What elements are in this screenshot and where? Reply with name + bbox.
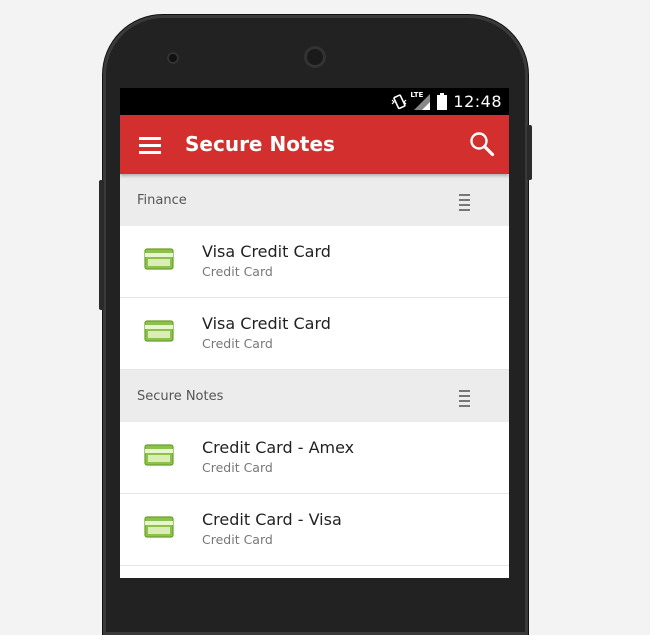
search-icon[interactable] <box>469 131 495 161</box>
credit-card-icon <box>144 444 174 470</box>
power-button <box>527 125 532 180</box>
hamburger-menu-icon[interactable] <box>139 137 161 154</box>
section-title: Secure Notes <box>137 389 224 404</box>
credit-card-icon <box>144 320 174 346</box>
item-title: Visa Credit Card <box>202 314 331 333</box>
section-header-secure-notes: Secure Notes <box>120 370 509 422</box>
section-menu-icon[interactable] <box>459 390 471 410</box>
vibrate-icon <box>391 93 407 110</box>
item-title: Credit Card - Amex <box>202 438 355 457</box>
network-label: LTE <box>410 90 424 99</box>
clock: 12:48 <box>453 92 502 111</box>
item-title: Credit Card - Visa <box>202 510 342 529</box>
battery-icon <box>437 93 448 110</box>
item-subtitle: Credit Card <box>202 460 273 475</box>
list-item[interactable]: Credit Card - Amex Credit Card <box>120 422 509 494</box>
credit-card-icon <box>144 248 174 274</box>
credit-card-icon <box>144 516 174 542</box>
earpiece-speaker <box>304 46 326 68</box>
front-camera <box>167 52 179 64</box>
section-header-finance: Finance <box>120 174 509 226</box>
volume-button <box>99 180 104 310</box>
screen: LTE 12:48 Secure Notes Finance Visa Cred… <box>120 88 509 578</box>
section-title: Finance <box>137 193 187 208</box>
page-title: Secure Notes <box>185 132 335 156</box>
list-item[interactable]: Visa Credit Card Credit Card <box>120 226 509 298</box>
item-subtitle: Credit Card <box>202 532 273 547</box>
list-item[interactable]: Visa Credit Card Credit Card <box>120 298 509 370</box>
item-subtitle: Credit Card <box>202 264 273 279</box>
signal-lte-icon: LTE <box>410 90 431 111</box>
section-menu-icon[interactable] <box>459 194 471 214</box>
app-bar: Secure Notes <box>120 115 509 174</box>
status-bar: LTE 12:48 <box>120 88 509 115</box>
list-item[interactable] <box>120 566 509 578</box>
list-item[interactable]: Credit Card - Visa Credit Card <box>120 494 509 566</box>
item-title: Visa Credit Card <box>202 242 331 261</box>
item-subtitle: Credit Card <box>202 336 273 351</box>
